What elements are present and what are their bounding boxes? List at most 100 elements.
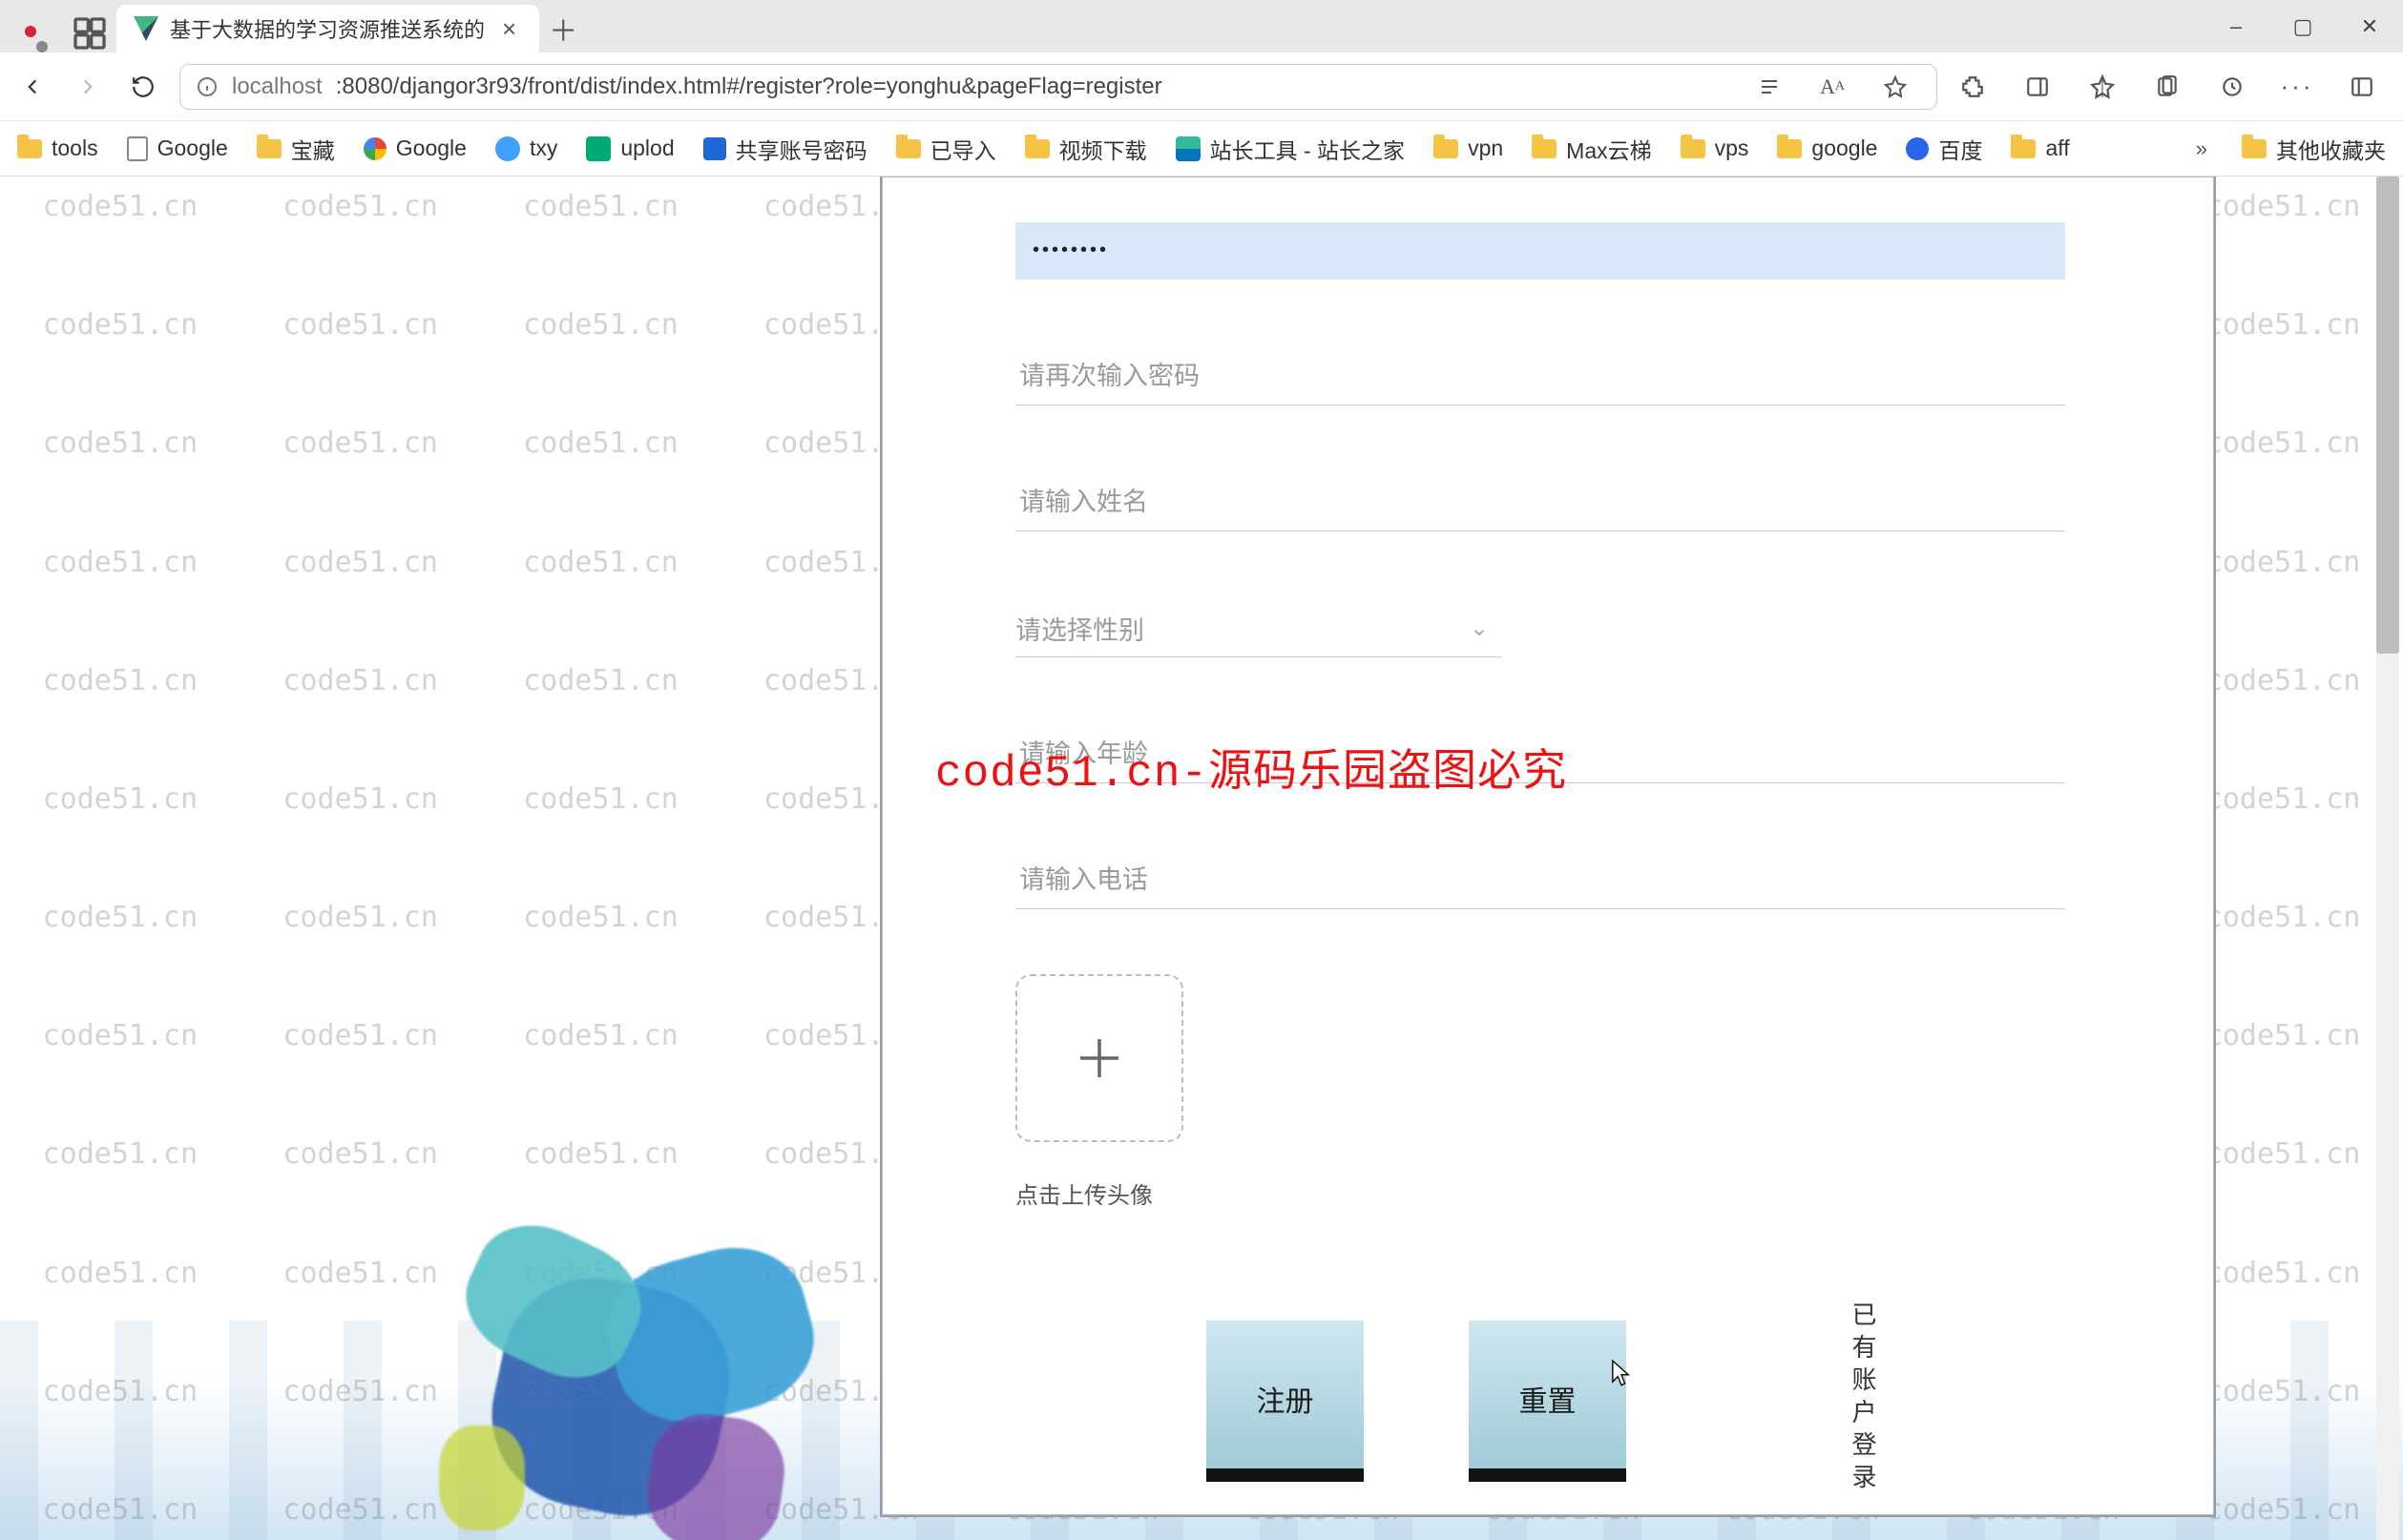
text-size-icon[interactable]: AA (1814, 69, 1850, 105)
txy-icon (495, 136, 520, 161)
password-input[interactable] (1015, 222, 2065, 280)
bookmark-item[interactable]: 百度 (1906, 133, 1982, 165)
bookmark-item[interactable]: Max云梯 (1532, 133, 1651, 165)
bookmark-label: Google (157, 135, 228, 161)
bookmark-item[interactable]: Google (127, 135, 228, 161)
reset-button[interactable]: 重置 (1469, 1321, 1626, 1478)
more-menu-icon[interactable]: ··· (2279, 69, 2315, 105)
bookmark-label: google (1811, 135, 1877, 161)
nav-back-button[interactable] (13, 68, 52, 106)
share-icon (703, 137, 726, 160)
tab-title: 基于大数据的学习资源推送系统的 (170, 13, 485, 44)
bookmark-item[interactable]: uplod (586, 135, 674, 161)
bookmark-item[interactable]: vps (1681, 135, 1749, 161)
vue-favicon-icon (134, 16, 158, 41)
bookmark-item[interactable]: 共享账号密码 (703, 133, 867, 165)
bookmark-label: Max云梯 (1566, 133, 1651, 165)
chevron-down-icon: ⌄ (1470, 614, 1502, 642)
g-icon (364, 137, 387, 160)
new-tab-button[interactable]: ＋ (539, 5, 587, 52)
plus-icon (1071, 1030, 1128, 1087)
copilot-icon[interactable] (2344, 69, 2380, 105)
page-viewport: code51.cncode51.cncode51.cncode51.cncode… (0, 177, 2403, 1540)
bookmark-item[interactable]: Google (364, 135, 467, 161)
url-host: localhost (232, 73, 323, 100)
bookmark-item[interactable]: 已导入 (896, 133, 996, 165)
name-input[interactable] (1015, 474, 2065, 531)
browser-chrome: 基于大数据的学习资源推送系统的 × ＋ – ▢ ✕ localhost :808… (0, 0, 2403, 177)
doc-icon (127, 136, 148, 161)
name-row (1015, 474, 2164, 531)
bookmark-item[interactable]: 视频下载 (1025, 133, 1147, 165)
url-actions: AA (1744, 69, 1921, 105)
bookmark-label: aff (2045, 135, 2069, 161)
phone-row (1015, 852, 2164, 909)
extensions-icon[interactable] (1954, 69, 1991, 105)
bookmark-label: Google (396, 135, 467, 161)
workspaces-icon[interactable] (71, 14, 109, 52)
bookmark-label: txy (530, 135, 557, 161)
tab-strip: 基于大数据的学习资源推送系统的 × ＋ – ▢ ✕ (0, 0, 2403, 52)
reading-mode-icon[interactable] (1751, 69, 1787, 105)
avatar-upload-box[interactable] (1015, 974, 1183, 1142)
register-button[interactable]: 注册 (1206, 1321, 1364, 1478)
folder-icon (1777, 139, 1802, 158)
window-close-button[interactable]: ✕ (2336, 0, 2403, 52)
folder-icon (1025, 139, 1050, 158)
sidebar-toggle-icon[interactable] (2019, 69, 2056, 105)
bookmarks-overflow-chevron-icon[interactable]: » (2190, 136, 2213, 161)
phone-input[interactable] (1015, 852, 2065, 909)
folder-icon (896, 139, 921, 158)
gender-select[interactable]: 请选择性别 ⌄ (1015, 600, 1502, 657)
browser-tab-active[interactable]: 基于大数据的学习资源推送系统的 × (116, 5, 539, 52)
bookmark-label: uplod (620, 135, 674, 161)
upl-icon (586, 136, 611, 161)
folder-icon (1532, 139, 1557, 158)
confirm-password-row (1015, 348, 2164, 406)
button-row: 注册 重置 已有账户登录 (1206, 1301, 2164, 1496)
bookmarks-other-folder[interactable]: 其他收藏夹 (2242, 133, 2386, 165)
bookmark-item[interactable]: 站长工具 - 站长之家 (1176, 133, 1405, 165)
bookmark-label: 共享账号密码 (736, 133, 867, 165)
bookmark-item[interactable]: aff (2011, 135, 2069, 161)
bd-icon (1906, 137, 1929, 160)
bookmark-label: 宝藏 (291, 133, 335, 165)
address-bar-row: localhost :8080/djangor3r93/front/dist/i… (0, 52, 2403, 121)
favorites-icon[interactable] (2084, 69, 2121, 105)
window-maximize-button[interactable]: ▢ (2269, 0, 2336, 52)
url-path: :8080/djangor3r93/front/dist/index.html#… (336, 73, 1730, 100)
bookmark-item[interactable]: 宝藏 (257, 133, 335, 165)
nav-forward-button (69, 68, 107, 106)
profile-icon[interactable] (23, 26, 50, 52)
favorite-star-icon[interactable] (1877, 69, 1913, 105)
bookmark-item[interactable]: vpn (1433, 135, 1503, 161)
toolbar-right: ··· (1954, 69, 2380, 105)
confirm-password-input[interactable] (1015, 348, 2065, 406)
bookmark-label: 视频下载 (1059, 133, 1147, 165)
bookmark-item[interactable]: google (1777, 135, 1877, 161)
folder-icon (2242, 139, 2267, 158)
bookmarks-other-label: 其他收藏夹 (2276, 133, 2386, 165)
collections-icon[interactable] (2149, 69, 2185, 105)
scrollbar-thumb[interactable] (2376, 177, 2399, 654)
bookmarks-bar: tools Google 宝藏 Google txy uplod 共享账号密码已导入 视频下载… (0, 121, 2403, 177)
site-info-icon[interactable] (196, 75, 219, 98)
bookmark-item[interactable]: txy (495, 135, 557, 161)
folder-icon (1681, 139, 1705, 158)
url-bar[interactable]: localhost :8080/djangor3r93/front/dist/i… (179, 64, 1937, 110)
login-link[interactable]: 已有账户登录 (1846, 1301, 1881, 1496)
folder-icon (2011, 139, 2036, 158)
tab-close-icon[interactable]: × (496, 14, 522, 44)
shopping-icon[interactable] (2214, 69, 2250, 105)
age-row (1015, 726, 2164, 783)
gender-placeholder: 请选择性别 (1015, 610, 1470, 647)
folder-icon (1433, 139, 1458, 158)
age-input[interactable] (1015, 726, 2065, 783)
bookmark-label: tools (52, 135, 98, 161)
bookmark-label: 站长工具 - 站长之家 (1210, 133, 1405, 165)
window-controls: – ▢ ✕ (2203, 0, 2403, 52)
window-minimize-button[interactable]: – (2203, 0, 2269, 52)
nav-refresh-button[interactable] (124, 68, 162, 106)
zz-icon (1176, 136, 1201, 161)
bookmark-item[interactable]: tools (17, 135, 98, 161)
